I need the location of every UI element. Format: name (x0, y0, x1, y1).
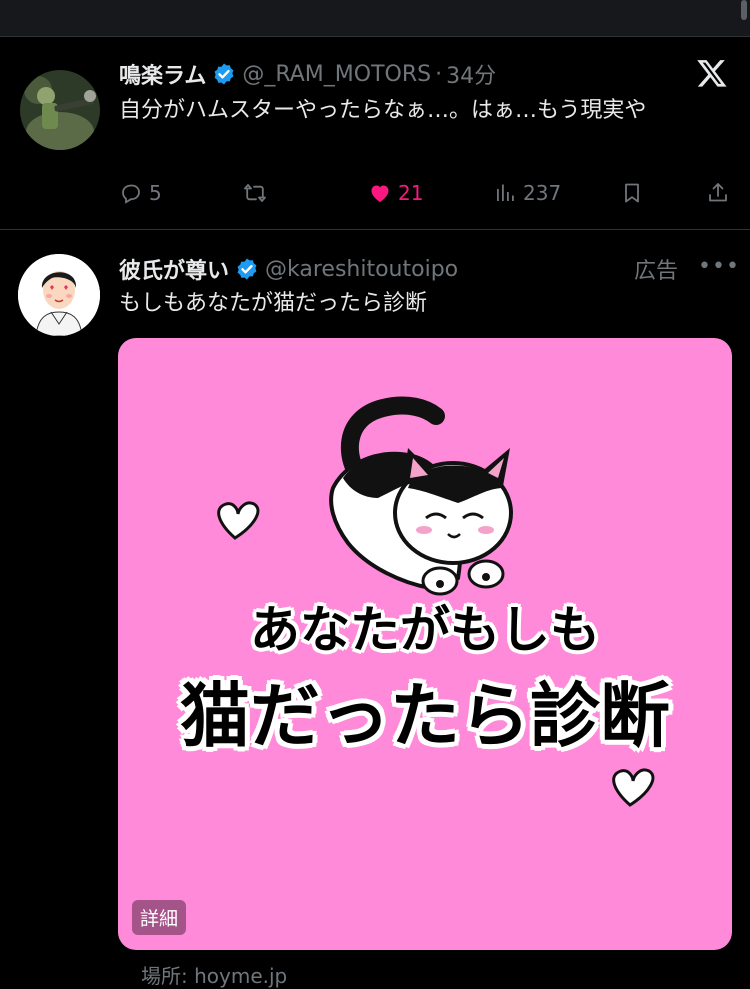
retweet-icon (244, 184, 266, 202)
avatar-image (20, 70, 100, 150)
views-count: 237 (523, 181, 562, 205)
reply-icon (122, 184, 140, 204)
avatar-image (18, 254, 100, 336)
reply-button[interactable]: 5 (119, 181, 162, 205)
tweet-header: 鳴楽ラム @_RAM_MOTORS · 34分 (119, 58, 496, 90)
details-badge[interactable]: 詳細 (132, 900, 187, 935)
separator: · (435, 61, 443, 87)
media-headline: あなたがもしも (250, 601, 600, 659)
share-button[interactable] (706, 181, 730, 205)
views-button[interactable]: 237 (493, 181, 561, 205)
handle[interactable]: @_RAM_MOTORS (242, 62, 431, 87)
tweet-text: 自分がハムスターやったらなぁ…。はぁ…もう現実や (119, 98, 647, 123)
divider (0, 229, 750, 230)
x-logo-icon[interactable] (696, 57, 728, 89)
more-icon[interactable]: ••• (698, 254, 740, 279)
reply-count: 5 (149, 181, 162, 205)
ad-label: 広告 (634, 259, 679, 284)
bookmark-icon (625, 183, 639, 203)
media-title: 猫だったら診断 (180, 675, 670, 757)
bookmark-button[interactable] (620, 181, 644, 205)
tweet-text: もしもあなたが猫だったら診断 (119, 291, 428, 316)
like-button[interactable]: 21 (368, 181, 423, 205)
views-icon (497, 184, 514, 201)
ad-media[interactable]: あなたがもしも 猫だったら診断 詳細 (118, 338, 732, 950)
display-name[interactable]: 彼氏が尊い (119, 253, 229, 285)
scrollbar[interactable] (741, 0, 747, 20)
heart-decoration-icon (217, 501, 260, 540)
verified-badge-icon (214, 63, 234, 85)
handle[interactable]: @kareshitoutoipo (265, 257, 458, 282)
heart-decoration-icon (612, 768, 655, 807)
share-icon (709, 183, 727, 202)
like-count: 21 (398, 181, 424, 205)
top-bar (0, 0, 750, 37)
display-name[interactable]: 鳴楽ラム (119, 58, 206, 90)
verified-badge-icon (237, 258, 257, 280)
tweet-header: 彼氏が尊い @kareshitoutoipo (119, 253, 458, 285)
ad-location[interactable]: 場所: hoyme.jp (141, 960, 287, 989)
timestamp[interactable]: 34分 (446, 58, 496, 90)
retweet-button[interactable] (243, 181, 267, 205)
avatar[interactable] (20, 70, 100, 150)
heart-icon (371, 185, 389, 202)
avatar[interactable] (18, 254, 100, 336)
